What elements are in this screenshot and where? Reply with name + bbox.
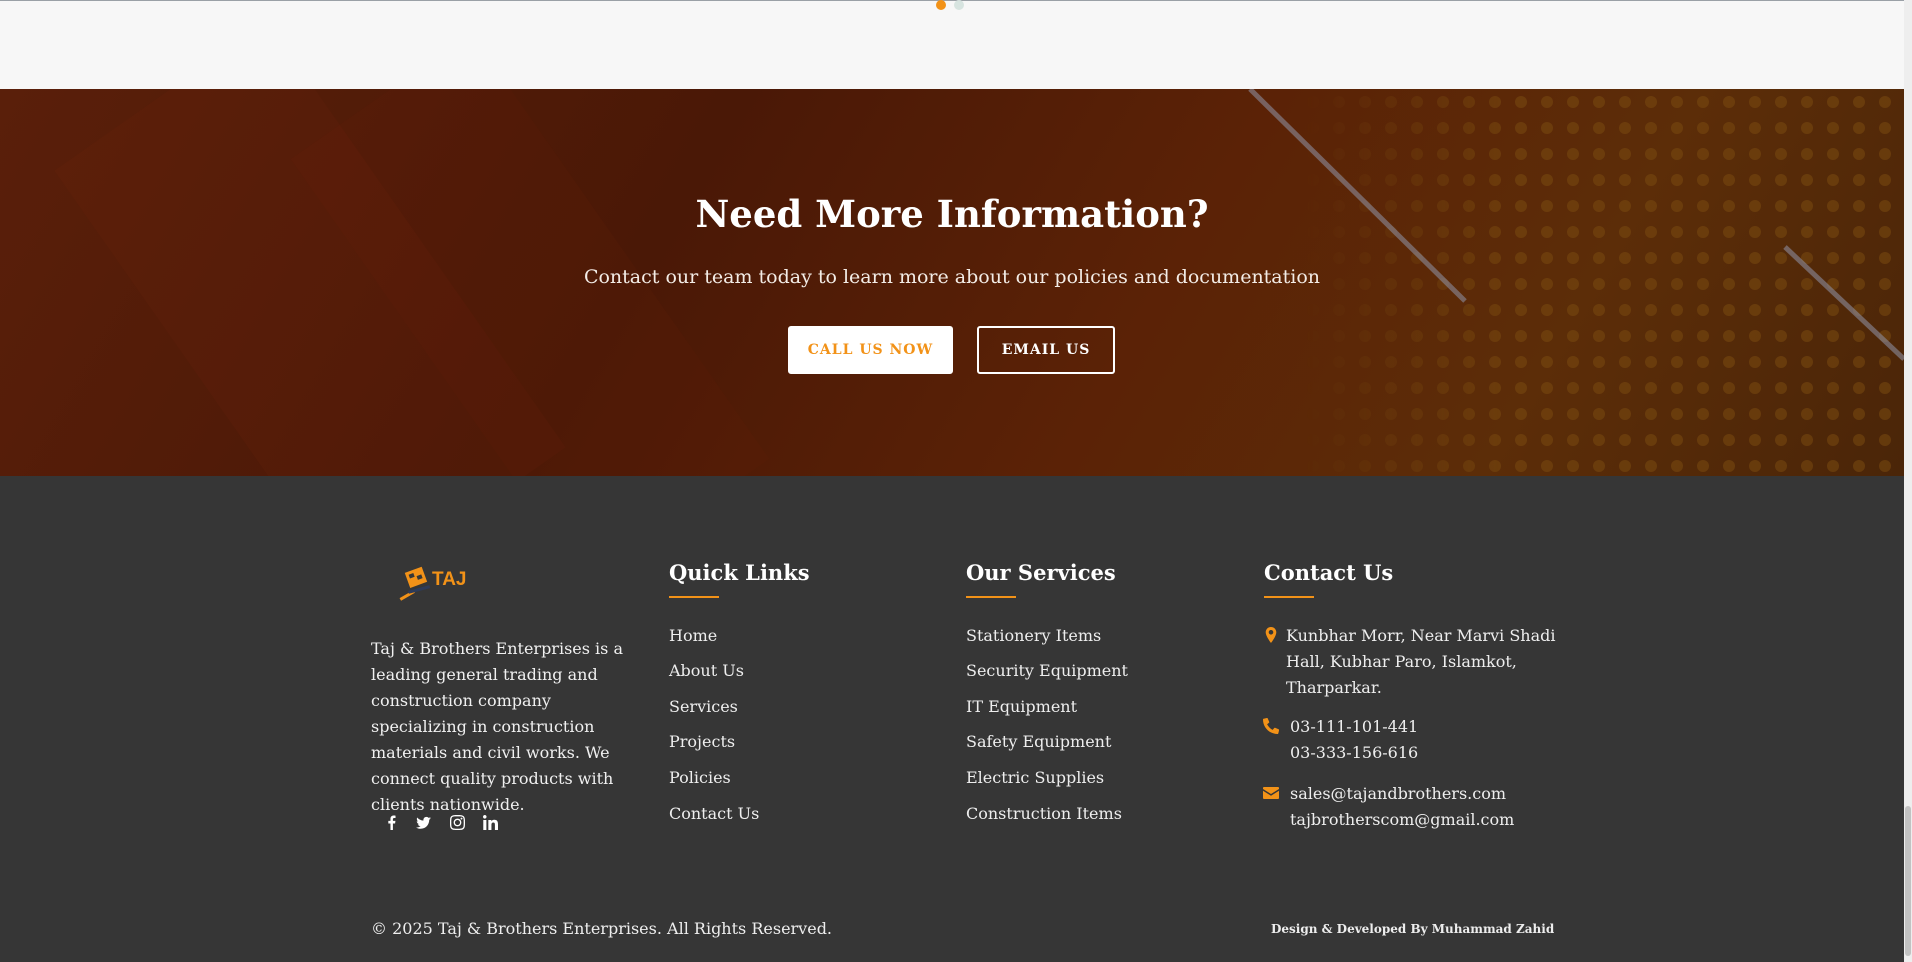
email-address[interactable]: tajbrotherscom@gmail.com — [1290, 807, 1514, 833]
footer-about-text: Taj & Brothers Enterprises is a leading … — [371, 639, 623, 814]
contact-us-title: Contact Us — [1264, 560, 1394, 585]
envelope-icon — [1263, 785, 1279, 801]
twitter-icon — [415, 816, 431, 829]
service-link-safety[interactable]: Safety Equipment — [966, 732, 1111, 751]
address-line: Kunbhar Morr, Near Marvi Shadi — [1286, 626, 1556, 645]
email-address[interactable]: sales@tajandbrothers.com — [1290, 781, 1514, 807]
developer-credit: Design & Developed By Muhammad Zahid — [1271, 922, 1555, 936]
email-us-button[interactable]: EMAIL US — [977, 326, 1115, 374]
slider-dot-active[interactable] — [936, 0, 946, 10]
service-link-construction[interactable]: Construction Items — [966, 804, 1122, 823]
footer-link-services[interactable]: Services — [669, 697, 738, 716]
facebook-icon — [387, 814, 396, 830]
twitter-link[interactable] — [412, 811, 434, 833]
footer-link-projects[interactable]: Projects — [669, 732, 735, 751]
scrollbar-thumb[interactable] — [1905, 806, 1911, 956]
phone-number[interactable]: 03-333-156-616 — [1290, 740, 1418, 766]
copyright-text: © 2025 Taj & Brothers Enterprises. All R… — [371, 919, 833, 938]
our-services-title: Our Services — [966, 560, 1116, 585]
instagram-icon — [449, 814, 465, 830]
linkedin-link[interactable] — [479, 811, 501, 833]
contact-emails: sales@tajandbrothers.com tajbrotherscom@… — [1290, 781, 1514, 833]
site-logo[interactable]: TAJ — [396, 561, 476, 607]
quick-links-underline — [669, 596, 719, 598]
facebook-link[interactable] — [380, 811, 402, 833]
site-footer — [0, 476, 1904, 962]
footer-link-contact-us[interactable]: Contact Us — [669, 804, 759, 823]
phone-number[interactable]: 03-111-101-441 — [1290, 714, 1418, 740]
cta-subtitle: Contact our team today to learn more abo… — [583, 266, 1321, 288]
address-line: Tharparkar. — [1286, 678, 1382, 697]
service-link-stationery[interactable]: Stationery Items — [966, 626, 1101, 645]
logo-text: TAJ — [432, 569, 466, 590]
linkedin-icon — [482, 814, 498, 830]
footer-link-about-us[interactable]: About Us — [669, 661, 744, 680]
quick-links-title: Quick Links — [669, 560, 810, 585]
call-us-now-button[interactable]: CALL US NOW — [788, 326, 953, 374]
map-marker-icon — [1263, 627, 1279, 643]
service-link-security[interactable]: Security Equipment — [966, 661, 1128, 680]
contact-phones: 03-111-101-441 03-333-156-616 — [1290, 714, 1418, 766]
slider-dot[interactable] — [954, 0, 964, 10]
phone-icon — [1263, 717, 1280, 734]
slider-dots — [936, 0, 964, 10]
cta-title: Need More Information? — [695, 192, 1209, 236]
slider-bottom-strip — [0, 0, 1904, 90]
contact-address: Kunbhar Morr, Near Marvi Shadi Hall, Kub… — [1286, 623, 1555, 701]
service-link-electric[interactable]: Electric Supplies — [966, 768, 1104, 787]
footer-link-policies[interactable]: Policies — [669, 768, 731, 787]
instagram-link[interactable] — [446, 811, 468, 833]
footer-link-home[interactable]: Home — [669, 626, 717, 645]
contact-us-underline — [1264, 596, 1314, 598]
our-services-underline — [966, 596, 1016, 598]
cta-section: Need More Information? Contact our team … — [0, 89, 1904, 476]
service-link-it[interactable]: IT Equipment — [966, 697, 1077, 716]
address-line: Hall, Kubhar Paro, Islamkot, — [1286, 652, 1517, 671]
